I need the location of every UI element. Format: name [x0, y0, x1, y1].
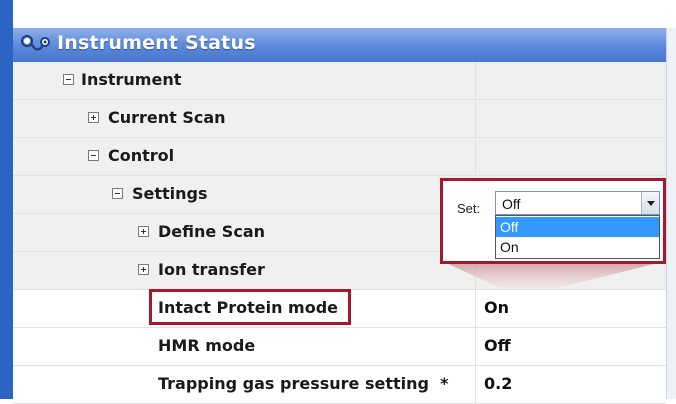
set-combobox[interactable]: Off	[495, 191, 660, 215]
combobox-value: Off	[502, 196, 521, 212]
intact-protein-highlight	[149, 289, 351, 325]
tree-row-trapping-gas-pressure[interactable]: Trapping gas pressure setting * 0.2	[13, 366, 666, 404]
tree-label: Trapping gas pressure setting *	[158, 374, 449, 393]
tree-value	[475, 100, 666, 137]
chevron-down-icon[interactable]	[641, 192, 659, 214]
dropdown-option-off[interactable]: Off	[496, 217, 659, 237]
collapse-icon[interactable]	[112, 188, 123, 199]
dropdown-option-on[interactable]: On	[496, 237, 659, 257]
property-value: On	[484, 298, 509, 317]
tree-label: Define Scan	[158, 222, 265, 241]
expand-icon[interactable]	[138, 226, 149, 237]
set-label: Set:	[457, 201, 481, 216]
stethoscope-icon	[21, 35, 50, 51]
set-value-callout: Set: Off Off On	[440, 178, 666, 264]
expand-icon[interactable]	[88, 112, 99, 123]
right-scroll-edge	[666, 28, 676, 399]
tree-label: Settings	[132, 184, 208, 203]
tree-label: Current Scan	[108, 108, 226, 127]
instrument-status-window: Instrument Status Instrument Current Sca…	[0, 0, 676, 404]
tree-value	[475, 138, 666, 175]
property-value-cell[interactable]: Off	[475, 328, 666, 365]
tree-row-current-scan[interactable]: Current Scan	[13, 100, 666, 138]
expand-icon[interactable]	[138, 264, 149, 275]
window-title: Instrument Status	[57, 32, 256, 54]
window-left-border	[0, 0, 13, 399]
property-value-cell[interactable]: 0.2	[475, 366, 666, 403]
property-value: Off	[484, 336, 511, 355]
callout-connector	[444, 262, 662, 288]
tree-label: Instrument	[81, 70, 182, 89]
tree-value	[475, 62, 666, 99]
tree-label: Ion transfer	[158, 260, 265, 279]
title-bar: Instrument Status	[13, 28, 666, 63]
tree-row-hmr-mode[interactable]: HMR mode Off	[13, 328, 666, 366]
tree-label: Control	[108, 146, 175, 165]
tree-row-instrument[interactable]: Instrument	[13, 62, 666, 100]
top-margin	[13, 0, 676, 28]
collapse-icon[interactable]	[63, 74, 74, 85]
property-value-cell[interactable]: On	[475, 290, 666, 327]
property-value: 0.2	[484, 374, 513, 393]
tree-row-control[interactable]: Control	[13, 138, 666, 176]
collapse-icon[interactable]	[88, 150, 99, 161]
tree-label: HMR mode	[158, 336, 256, 355]
set-dropdown-list: Off On	[495, 215, 660, 259]
